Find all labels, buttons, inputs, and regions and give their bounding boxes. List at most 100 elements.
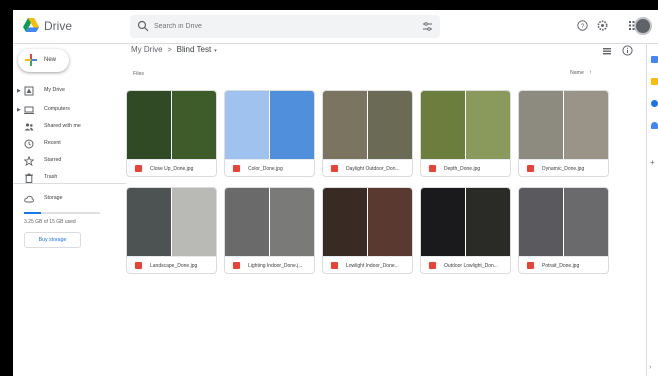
image-preview-left bbox=[519, 91, 563, 159]
file-card[interactable]: Daylight Outdoor_Don... bbox=[322, 90, 413, 177]
sidebar-item-label: Trash bbox=[44, 174, 58, 180]
image-file-icon bbox=[429, 165, 436, 172]
sidebar: New ▶ My Drive ▶ Computers Shared with m… bbox=[13, 44, 126, 376]
account-avatar[interactable] bbox=[634, 17, 652, 35]
image-file-icon bbox=[135, 262, 142, 269]
breadcrumb-my-drive[interactable]: My Drive bbox=[131, 45, 163, 54]
image-file-icon bbox=[527, 165, 534, 172]
breadcrumb-current-folder[interactable]: Blind Test bbox=[177, 45, 212, 54]
trash-icon bbox=[25, 173, 33, 183]
sidebar-item-label: My Drive bbox=[44, 87, 65, 93]
image-preview-left bbox=[421, 188, 465, 256]
breadcrumb: My Drive > Blind Test ▾ bbox=[131, 45, 217, 59]
image-file-icon bbox=[233, 165, 240, 172]
file-card[interactable]: Potrait_Done.jpg bbox=[518, 187, 609, 274]
cloud-icon bbox=[24, 195, 34, 203]
file-card[interactable]: Color_Done.jpg bbox=[224, 90, 315, 177]
expand-caret-icon[interactable]: ▶ bbox=[17, 107, 21, 113]
file-card[interactable]: Lowlight Indoor_Done... bbox=[322, 187, 413, 274]
file-card[interactable]: Dynamic_Done.jpg bbox=[518, 90, 609, 177]
image-preview-left bbox=[127, 91, 171, 159]
top-bar: Drive ? bbox=[13, 10, 658, 44]
file-grid: Close Up_Done.jpg Color_Done.jpg Dayligh… bbox=[126, 90, 626, 280]
sort-control[interactable]: Name ↑ bbox=[570, 70, 592, 76]
expand-panel-icon[interactable]: › bbox=[649, 364, 651, 371]
search-icon[interactable] bbox=[137, 20, 149, 32]
clock-icon bbox=[24, 139, 34, 149]
image-preview-right bbox=[172, 91, 216, 159]
image-preview-right bbox=[270, 188, 314, 256]
image-preview-right bbox=[564, 188, 608, 256]
file-thumbnail bbox=[225, 188, 314, 256]
drive-logo-icon[interactable] bbox=[23, 18, 39, 32]
sidebar-item-storage[interactable]: Storage bbox=[13, 191, 126, 207]
image-preview-right bbox=[368, 91, 412, 159]
image-file-icon bbox=[135, 165, 142, 172]
file-card[interactable]: Outdoor Lowlight_Don... bbox=[420, 187, 511, 274]
new-button-label: New bbox=[44, 57, 57, 63]
file-card[interactable]: Depth_Done.jpg bbox=[420, 90, 511, 177]
calendar-addon-icon[interactable] bbox=[651, 56, 658, 63]
sidebar-item-recent[interactable]: Recent bbox=[13, 136, 126, 152]
file-thumbnail bbox=[421, 91, 510, 159]
image-preview-right bbox=[172, 188, 216, 256]
buy-storage-button[interactable]: Buy storage bbox=[24, 232, 81, 248]
search-box[interactable] bbox=[130, 15, 440, 38]
file-thumbnail bbox=[225, 91, 314, 159]
file-caption: Daylight Outdoor_Don... bbox=[323, 159, 412, 176]
info-icon[interactable] bbox=[622, 45, 633, 56]
star-icon bbox=[24, 156, 34, 166]
image-preview-right bbox=[564, 91, 608, 159]
list-view-icon[interactable] bbox=[602, 46, 612, 56]
image-preview-left bbox=[127, 188, 171, 256]
file-thumbnail bbox=[323, 188, 412, 256]
sort-direction-icon[interactable]: ↑ bbox=[589, 70, 592, 76]
settings-icon[interactable] bbox=[597, 20, 608, 31]
image-preview-right bbox=[270, 91, 314, 159]
folder-menu-caret-icon[interactable]: ▾ bbox=[214, 48, 217, 54]
image-file-icon bbox=[527, 262, 534, 269]
file-caption: Outdoor Lowlight_Don... bbox=[421, 256, 510, 273]
image-preview-left bbox=[225, 91, 269, 159]
search-options-icon[interactable] bbox=[422, 21, 433, 32]
expand-caret-icon[interactable]: ▶ bbox=[17, 88, 21, 94]
search-input[interactable] bbox=[154, 19, 404, 34]
sidebar-item-label: Recent bbox=[44, 140, 61, 146]
image-preview-left bbox=[519, 188, 563, 256]
file-card[interactable]: Lighting Indoor_Done.j... bbox=[224, 187, 315, 274]
image-file-icon bbox=[331, 165, 338, 172]
sidebar-item-my-drive[interactable]: ▶ My Drive bbox=[13, 83, 126, 99]
file-caption: Lighting Indoor_Done.j... bbox=[225, 256, 314, 273]
sort-by-name[interactable]: Name bbox=[570, 70, 584, 76]
sidebar-item-label: Computers bbox=[44, 106, 70, 112]
file-name: Outdoor Lowlight_Don... bbox=[444, 263, 498, 269]
file-card[interactable]: Close Up_Done.jpg bbox=[126, 90, 217, 177]
svg-text:?: ? bbox=[581, 23, 585, 30]
storage-label: Storage bbox=[44, 195, 63, 201]
sidebar-item-starred[interactable]: Starred bbox=[13, 153, 126, 169]
storage-usage-bar bbox=[24, 212, 100, 214]
new-button[interactable]: New bbox=[18, 49, 69, 72]
file-card[interactable]: Landscape_Done.jpg bbox=[126, 187, 217, 274]
sidebar-item-shared-with-me[interactable]: Shared with me bbox=[13, 119, 126, 135]
file-name: Color_Done.jpg bbox=[248, 166, 283, 172]
add-addon-icon[interactable]: + bbox=[650, 158, 655, 167]
file-name: Close Up_Done.jpg bbox=[150, 166, 194, 172]
keep-addon-icon[interactable] bbox=[651, 78, 658, 85]
storage-usage-fill bbox=[24, 212, 41, 214]
files-section-label: Files bbox=[133, 71, 144, 77]
file-thumbnail bbox=[519, 91, 608, 159]
image-preview-left bbox=[323, 188, 367, 256]
file-thumbnail bbox=[421, 188, 510, 256]
file-thumbnail bbox=[127, 188, 216, 256]
drive-window: Drive ? bbox=[13, 10, 658, 376]
sidebar-item-computers[interactable]: ▶ Computers bbox=[13, 102, 126, 118]
file-caption: Close Up_Done.jpg bbox=[127, 159, 216, 176]
file-caption: Depth_Done.jpg bbox=[421, 159, 510, 176]
tasks-addon-icon[interactable] bbox=[651, 100, 658, 107]
storage-usage-text: 3.25 GB of 15 GB used bbox=[24, 219, 76, 225]
file-caption: Dynamic_Done.jpg bbox=[519, 159, 608, 176]
help-icon[interactable]: ? bbox=[577, 20, 588, 31]
contacts-addon-icon[interactable] bbox=[651, 122, 658, 129]
file-caption: Color_Done.jpg bbox=[225, 159, 314, 176]
